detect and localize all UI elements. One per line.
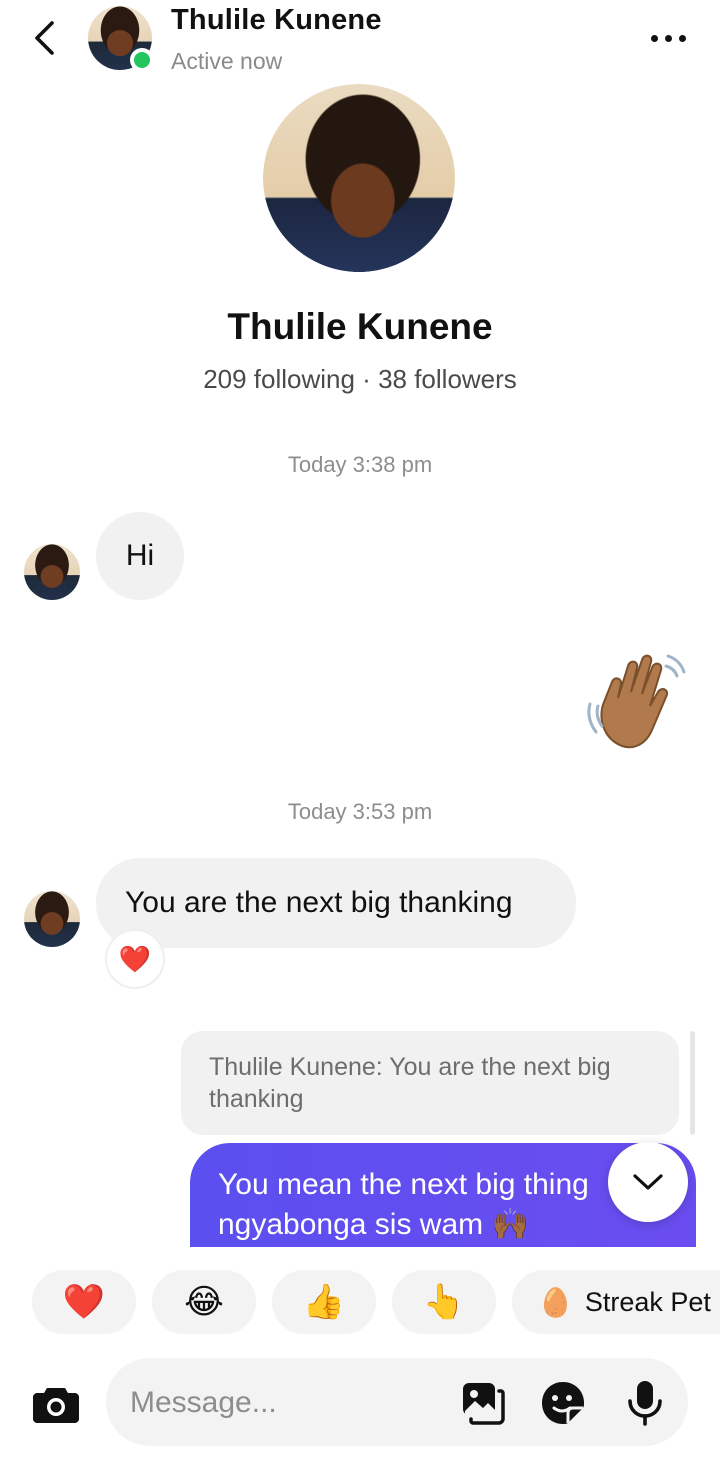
quick-reaction-heart[interactable]: ❤️: [32, 1270, 136, 1334]
sticker-icon: [542, 1382, 584, 1424]
scroll-to-bottom-button[interactable]: [608, 1142, 688, 1222]
avatar-photo: [24, 544, 80, 600]
message-input[interactable]: [128, 1380, 452, 1426]
egg-icon: 🥚: [538, 1286, 573, 1318]
heart-reaction[interactable]: ❤️: [105, 929, 165, 989]
quick-reaction-thumbs-up[interactable]: 👍: [272, 1270, 376, 1334]
profile-photo: [263, 84, 455, 272]
photo-gallery-icon: [463, 1383, 505, 1425]
message-timestamp: Today 3:38 pm: [287, 452, 433, 477]
message-timestamp: Today 3:53 pm: [287, 799, 433, 824]
avatar-photo: [24, 891, 80, 947]
quick-reaction-laugh[interactable]: 😂: [152, 1270, 256, 1334]
chevron-down-icon: [633, 1174, 663, 1190]
back-button[interactable]: [22, 16, 66, 60]
microphone-icon: [628, 1381, 662, 1426]
more-options-button[interactable]: [644, 22, 692, 54]
chevron-left-icon: [35, 21, 54, 55]
active-status: Active now: [171, 48, 283, 74]
reply-quote[interactable]: Thulile Kunene: You are the next big tha…: [181, 1031, 679, 1135]
quick-reactions-bar: ❤️ 😂 👍 👆 🥚 Streak Pet: [0, 1270, 720, 1334]
profile-avatar[interactable]: [263, 84, 455, 272]
quick-reaction-point-up[interactable]: 👆: [392, 1270, 496, 1334]
camera-button[interactable]: [30, 1378, 82, 1430]
sender-avatar[interactable]: [24, 891, 80, 947]
waving-hand-sticker[interactable]: [582, 646, 690, 756]
camera-icon: [33, 1388, 79, 1423]
streak-pet-button[interactable]: 🥚 Streak Pet: [512, 1270, 720, 1334]
gallery-button[interactable]: [460, 1380, 506, 1426]
more-dot: [678, 34, 686, 42]
incoming-message[interactable]: Hi: [96, 512, 184, 600]
message-text: Hi: [125, 539, 155, 572]
header-avatar[interactable]: [88, 6, 154, 72]
voice-message-button[interactable]: [622, 1380, 668, 1426]
more-dot: [650, 34, 658, 42]
profile-stats: 209 following · 38 followers: [203, 364, 517, 394]
online-status-dot: [130, 48, 154, 72]
chat-screen: Thulile Kunene Active now Thulile Kunene…: [0, 0, 720, 1476]
reply-quote-indicator: [690, 1031, 695, 1135]
header-name[interactable]: Thulile Kunene: [171, 4, 382, 37]
message-text: You are the next big thanking: [125, 886, 513, 919]
incoming-message[interactable]: You are the next big thanking: [96, 858, 576, 948]
sender-avatar[interactable]: [24, 544, 80, 600]
profile-name: Thulile Kunene: [227, 306, 493, 347]
more-dot: [664, 34, 672, 42]
message-composer: [106, 1358, 688, 1446]
sticker-button[interactable]: [540, 1380, 586, 1426]
streak-pet-label: Streak Pet: [584, 1286, 711, 1317]
